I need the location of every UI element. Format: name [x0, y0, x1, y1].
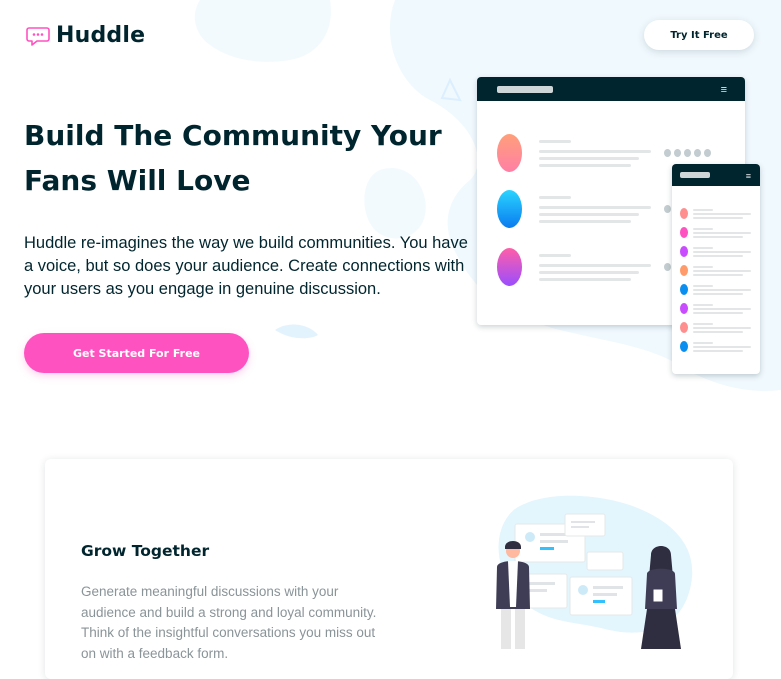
mockup-topbar: ≡ [672, 164, 760, 186]
logo-text: Huddle [56, 23, 146, 48]
menu-icon: ≡ [745, 171, 751, 181]
mockup-topbar: ≡ [477, 77, 745, 101]
chat-bubble-icon [26, 26, 50, 46]
get-started-button[interactable]: Get Started For Free [24, 333, 249, 373]
feature-title: Grow Together [81, 542, 210, 560]
site-header: Huddle Try It Free [26, 20, 754, 52]
mobile-mockup-illustration: ≡ [672, 164, 760, 374]
logo[interactable]: Huddle [26, 23, 145, 48]
try-it-free-button[interactable]: Try It Free [644, 20, 754, 50]
feature-description: Generate meaningful discussions with you… [81, 584, 377, 661]
avatar [497, 190, 522, 228]
feature-card-grow-together: Grow Together Generate meaningful discus… [45, 459, 733, 679]
menu-icon: ≡ [720, 84, 727, 96]
hero-title: Build The Community Your Fans Will Love [24, 119, 442, 197]
mockup-title-placeholder [497, 86, 553, 93]
avatar [497, 248, 522, 286]
people-discussion-illustration [496, 495, 693, 649]
typing-dots [664, 149, 711, 157]
hero-description: Huddle re-imagines the way we build comm… [24, 234, 468, 298]
avatar [497, 134, 522, 172]
